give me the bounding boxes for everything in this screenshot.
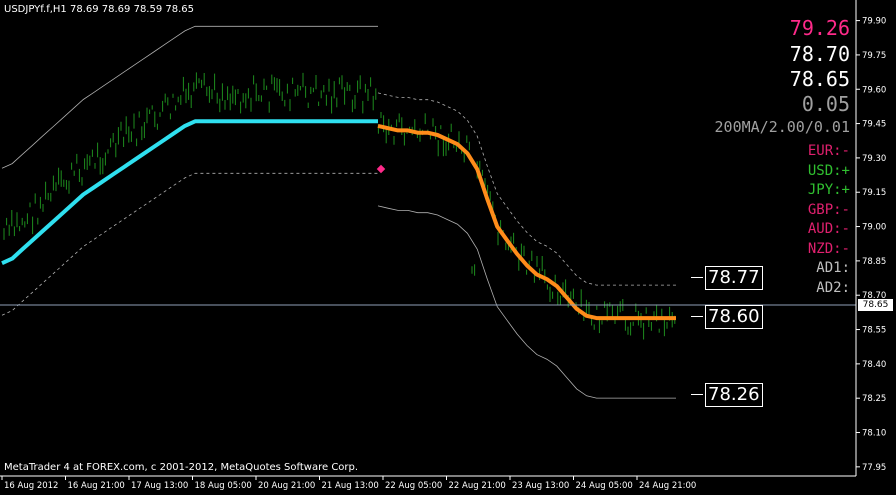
x-tick-label: 23 Aug 13:00 <box>512 481 569 491</box>
x-tick-label: 22 Aug 05:00 <box>385 481 442 491</box>
indicator-value-1: 79.26 <box>789 16 850 40</box>
symbol-header: USDJPYf.f,H1 78.69 78.69 78.59 78.65 <box>4 4 195 15</box>
currency-strength-item: JPY:+ <box>807 182 850 198</box>
currency-strength-item: AD2: <box>816 279 850 296</box>
y-tick-label: 79.30 <box>862 154 886 164</box>
indicator-value-4: 0.05 <box>801 92 850 116</box>
signal-diamond <box>376 164 386 174</box>
currency-strength-item: NZD:- <box>807 240 850 257</box>
lower-level-tick <box>691 394 703 395</box>
lower-level-label: 78.26 <box>705 383 763 407</box>
x-tick-label: 21 Aug 13:00 <box>322 481 379 491</box>
ma-settings-label: 200MA/2.00/0.01 <box>714 118 850 136</box>
y-tick-label: 79.15 <box>862 188 886 198</box>
y-tick-label: 78.55 <box>862 326 886 336</box>
y-tick-label: 78.25 <box>862 394 886 404</box>
currency-strength-item: AD1: <box>816 260 850 276</box>
x-tick-label: 16 Aug 2012 <box>4 481 58 491</box>
y-tick-label: 78.10 <box>862 429 886 439</box>
y-tick-label: 79.90 <box>862 17 886 27</box>
copyright-text: MetaTrader 4 at FOREX.com, c 2001-2012, … <box>4 462 359 473</box>
lower-band-1 <box>1 172 378 316</box>
series-line-2 <box>377 123 676 321</box>
currency-strength-item: AUD:- <box>807 221 850 237</box>
x-tick-label: 24 Aug 05:00 <box>576 481 633 491</box>
signal-markers <box>376 164 386 174</box>
y-tick-label: 79.75 <box>862 51 886 61</box>
y-tick-label: 77.95 <box>862 463 886 473</box>
series-line-1 <box>1 119 378 266</box>
mid-level-tick <box>691 316 703 317</box>
upper-level-label: 78.77 <box>705 266 763 290</box>
price-axis: 79.90 79.75 79.60 79.45 79.30 79.15 79.00 78.85… <box>856 17 886 473</box>
current-price-tag: 78.65 <box>858 299 893 311</box>
x-tick-label: 20 Aug 21:00 <box>258 481 315 491</box>
y-tick-label: 79.45 <box>862 120 886 130</box>
moving-average <box>1 119 676 321</box>
time-axis: 16 Aug 2012 16 Aug 21:00 17 Aug 13:00 18 Au… <box>1 476 696 491</box>
currency-strength-item: EUR:- <box>807 143 850 159</box>
mid-level-label: 78.60 <box>705 305 763 329</box>
x-tick-label: 24 Aug 21:00 <box>639 481 696 491</box>
currency-strength-item: USD:+ <box>807 162 850 179</box>
upper-band-2 <box>377 92 676 286</box>
x-tick-label: 18 Aug 05:00 <box>195 481 252 491</box>
indicator-value-2: 78.70 <box>789 42 850 66</box>
y-tick-label: 78.40 <box>862 360 886 370</box>
y-tick-label: 79.00 <box>862 223 886 233</box>
x-tick-label: 17 Aug 13:00 <box>131 481 188 491</box>
price-chart: 79.90 79.75 79.60 79.45 79.30 79.15 79.00 78.85… <box>0 0 886 491</box>
y-tick-label: 79.60 <box>862 85 886 95</box>
x-tick-label: 16 Aug 21:00 <box>68 481 125 491</box>
x-tick-label: 22 Aug 21:00 <box>449 481 506 491</box>
indicator-value-3: 78.65 <box>789 67 850 91</box>
currency-strength-item: GBP:- <box>807 201 850 218</box>
lower-band-2 <box>377 205 676 399</box>
upper-level-tick <box>691 277 703 278</box>
price-bars <box>3 72 676 340</box>
y-tick-label: 78.85 <box>862 257 886 267</box>
